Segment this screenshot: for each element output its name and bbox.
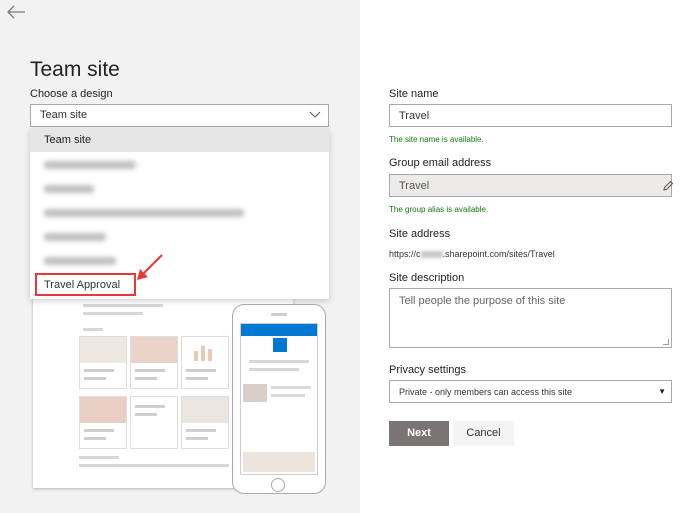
design-option[interactable] [30, 200, 329, 224]
design-option[interactable] [30, 176, 329, 200]
caret-down-icon: ▼ [658, 387, 666, 396]
preview-card [79, 336, 127, 389]
preview-card [181, 336, 229, 389]
design-dropdown-list[interactable]: Team site [30, 128, 329, 299]
design-label: Choose a design [30, 88, 113, 100]
design-option[interactable] [30, 152, 329, 176]
preview-line [79, 464, 229, 467]
preview-line [249, 360, 309, 363]
site-name-status: The site name is available. [389, 135, 484, 144]
redacted-mask [420, 251, 443, 259]
site-address-value: https://c .sharepoint.com/sites/Travel [389, 249, 555, 259]
design-panel: Team site Choose a design Team site Team… [0, 0, 360, 513]
site-description-input[interactable]: Tell people the purpose of this site [389, 288, 672, 348]
group-email-label: Group email address [389, 157, 492, 169]
cancel-button[interactable]: Cancel [453, 421, 514, 446]
privacy-select[interactable]: Private - only members can access this s… [389, 380, 672, 403]
phone-thumb [243, 384, 267, 402]
phone-home-button [271, 478, 285, 492]
preview-line [249, 368, 299, 371]
preview-line [83, 312, 143, 315]
back-arrow-icon[interactable] [6, 4, 26, 20]
design-option[interactable] [30, 224, 329, 248]
design-option[interactable] [30, 248, 329, 272]
red-arrow-icon [137, 254, 163, 280]
group-email-input[interactable]: Travel [389, 174, 672, 197]
privacy-label: Privacy settings [389, 364, 467, 376]
design-option-team-site[interactable]: Team site [30, 128, 329, 152]
preview-card [130, 396, 178, 449]
next-button[interactable]: Next [389, 421, 449, 446]
design-select-value: Team site [40, 109, 88, 121]
site-name-label: Site name [389, 88, 439, 100]
site-address-label: Site address [389, 228, 451, 240]
group-alias-status: The group alias is available. [389, 205, 489, 214]
site-name-input[interactable]: Travel [389, 104, 672, 127]
resize-handle-icon[interactable] [663, 339, 669, 345]
page-title: Team site [30, 58, 120, 81]
phone-speaker [271, 313, 287, 316]
phone-header-bar [241, 324, 317, 336]
chevron-down-icon [309, 111, 321, 118]
design-select[interactable]: Team site [30, 104, 329, 127]
preview-card [181, 396, 229, 449]
preview-card [79, 396, 127, 449]
phone-site-logo [273, 338, 287, 352]
preview-line [271, 394, 305, 397]
preview-line [83, 328, 103, 331]
preview-line [83, 304, 163, 307]
preview-line [79, 456, 119, 459]
pencil-icon[interactable] [662, 180, 674, 192]
site-description-label: Site description [389, 272, 465, 284]
phone-banner [243, 452, 315, 472]
phone-screen [240, 323, 318, 475]
preview-line [271, 386, 311, 389]
phone-preview-image [232, 304, 326, 494]
preview-card [130, 336, 178, 389]
design-option-travel-approval-label: Travel Approval [44, 279, 121, 291]
